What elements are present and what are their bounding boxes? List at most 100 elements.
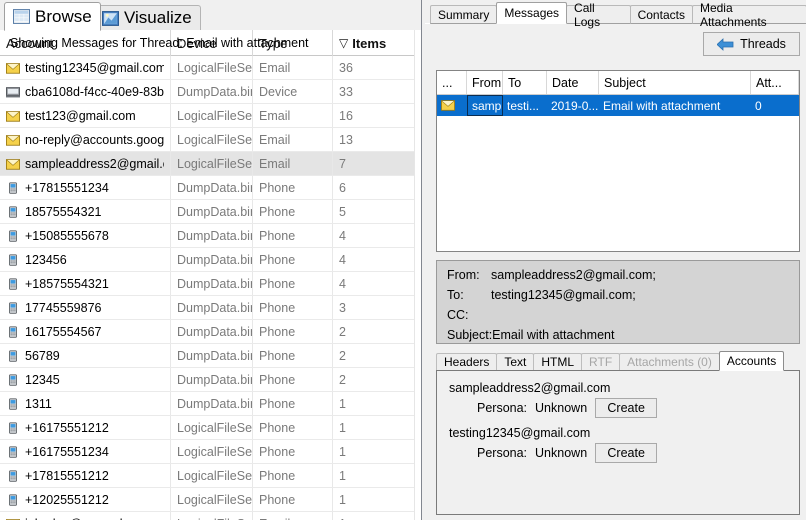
device-icon: [6, 85, 20, 99]
table-row[interactable]: 16175554567DumpData.binPhone2: [0, 320, 421, 344]
cell-device: LogicalFileSet2: [171, 440, 253, 463]
cell-account: 17745559876: [0, 296, 171, 319]
cell-device: LogicalFileSet1: [171, 104, 253, 127]
table-row[interactable]: 123456DumpData.binPhone4: [0, 248, 421, 272]
cell-device: DumpData.bin: [171, 320, 253, 343]
create-persona-button[interactable]: Create: [595, 443, 657, 463]
phone-icon: [6, 373, 20, 387]
table-row[interactable]: +12025551212LogicalFileSet2Phone1: [0, 488, 421, 512]
cell-type: Phone: [253, 224, 333, 247]
cell-type: Email: [253, 152, 333, 175]
table-row[interactable]: cba6108d-f4cc-40e9-83b9-0f3DumpData.binD…: [0, 80, 421, 104]
table-row[interactable]: +17815551234DumpData.binPhone6: [0, 176, 421, 200]
column-header-to[interactable]: To: [503, 71, 547, 94]
table-row[interactable]: test123@gmail.comLogicalFileSet1Email16: [0, 104, 421, 128]
cell-account-label: johndoe@example.org: [25, 517, 151, 520]
column-header-subject[interactable]: Subject: [599, 71, 751, 94]
content-tab-attachments-0: Attachments (0): [619, 353, 720, 371]
phone-icon: [6, 181, 20, 195]
table-row[interactable]: 17745559876DumpData.binPhone3: [0, 296, 421, 320]
phone-icon: [6, 229, 20, 243]
header-from: From: sampleaddress2@gmail.com;: [447, 268, 789, 282]
header-from-value: sampleaddress2@gmail.com;: [491, 268, 656, 282]
email-envelope-icon: [441, 100, 455, 111]
cell-account-label: 1311: [25, 397, 52, 411]
phone-icon: [6, 493, 20, 507]
table-row[interactable]: +17815551212LogicalFileSet2Phone1: [0, 464, 421, 488]
table-row[interactable]: 18575554321DumpData.binPhone5: [0, 200, 421, 224]
cell-type: Phone: [253, 464, 333, 487]
table-row[interactable]: 1311DumpData.binPhone1: [0, 392, 421, 416]
column-header-items[interactable]: ▽ Items: [333, 30, 414, 56]
email-envelope-icon: [6, 61, 20, 75]
cell-items: 4: [333, 248, 414, 271]
header-to-label: To:: [447, 288, 491, 302]
cell-account-label: 12345: [25, 373, 60, 387]
content-tab-accounts[interactable]: Accounts: [719, 351, 784, 371]
tab-visualize[interactable]: Visualize: [93, 5, 201, 31]
header-subject-label: Subject:: [447, 328, 492, 342]
cell-device: DumpData.bin: [171, 224, 253, 247]
create-persona-button[interactable]: Create: [595, 398, 657, 418]
detail-tab-call-logs[interactable]: Call Logs: [566, 5, 631, 24]
cell-account: testing12345@gmail.com: [0, 56, 171, 79]
table-row[interactable]: no-reply@accounts.google.coLogicalFileSe…: [0, 128, 421, 152]
cell-items: 16: [333, 104, 414, 127]
cell-account: 123456: [0, 248, 171, 271]
cell-account-label: 18575554321: [25, 205, 101, 219]
phone-icon: [6, 325, 20, 339]
cell-type: Phone: [253, 416, 333, 439]
persona-label: Persona:: [477, 446, 527, 460]
cell-device: LogicalFileSet1: [171, 128, 253, 151]
threads-button[interactable]: Threads: [703, 32, 800, 56]
detail-tab-contacts[interactable]: Contacts: [630, 5, 693, 24]
table-row[interactable]: +16175551212LogicalFileSet2Phone1: [0, 416, 421, 440]
header-from-label: From:: [447, 268, 491, 282]
cell-items: 1: [333, 464, 414, 487]
content-tab-text[interactable]: Text: [496, 353, 534, 371]
column-header-from[interactable]: From: [467, 71, 503, 94]
phone-icon: [6, 421, 20, 435]
table-row[interactable]: johndoe@example.orgLogicalFileSet2Email1: [0, 512, 421, 520]
phone-icon: [6, 277, 20, 291]
persona-value: Unknown: [535, 446, 587, 460]
column-header-attachments[interactable]: Att...: [751, 71, 799, 94]
cell-device: DumpData.bin: [171, 368, 253, 391]
cell-account-label: 17745559876: [25, 301, 101, 315]
cell-device: DumpData.bin: [171, 248, 253, 271]
table-row[interactable]: testing12345@gmail.comLogicalFileSet1Ema…: [0, 56, 421, 80]
account-entry: testing12345@gmail.com Persona: Unknown …: [449, 426, 787, 463]
header-subject: Subject: Email with attachment: [447, 328, 789, 342]
accounts-pane: Browse Visualize Account Device: [0, 0, 421, 520]
cell-from: sampl...: [467, 95, 503, 116]
column-header-items-label: Items: [352, 36, 386, 51]
cell-account-label: +15085555678: [25, 229, 109, 243]
cell-items: 33: [333, 80, 414, 103]
cell-to: testi...: [503, 95, 547, 116]
table-row[interactable]: sampl... testi... 2019-0... Email with a…: [437, 95, 799, 116]
cell-attachments: 0: [751, 95, 799, 116]
table-row[interactable]: 56789DumpData.binPhone2: [0, 344, 421, 368]
table-row[interactable]: sampleaddress2@gmail.comLogicalFileSet1E…: [0, 152, 421, 176]
cell-account-label: 16175554567: [25, 325, 101, 339]
table-row[interactable]: +15085555678DumpData.binPhone4: [0, 224, 421, 248]
detail-tab-messages[interactable]: Messages: [496, 2, 567, 24]
detail-tab-summary[interactable]: Summary: [430, 5, 497, 24]
column-header-icon[interactable]: ...: [437, 71, 467, 94]
table-row[interactable]: 12345DumpData.binPhone2: [0, 368, 421, 392]
header-cc-label: CC:: [447, 308, 491, 322]
cell-account: no-reply@accounts.google.co: [0, 128, 171, 151]
tab-browse-label: Browse: [35, 7, 92, 27]
detail-tab-media-attachments[interactable]: Media Attachments: [692, 5, 806, 24]
content-tab-headers[interactable]: Headers: [436, 353, 497, 371]
table-row[interactable]: +16175551234LogicalFileSet2Phone1: [0, 440, 421, 464]
column-header-date[interactable]: Date: [547, 71, 599, 94]
table-row[interactable]: +18575554321DumpData.binPhone4: [0, 272, 421, 296]
cell-account: +16175551212: [0, 416, 171, 439]
content-tab-html[interactable]: HTML: [533, 353, 582, 371]
accounts-table-body: testing12345@gmail.comLogicalFileSet1Ema…: [0, 56, 421, 520]
tab-browse[interactable]: Browse: [4, 2, 101, 31]
cell-device: DumpData.bin: [171, 176, 253, 199]
phone-icon: [6, 469, 20, 483]
cell-account-label: +17815551212: [25, 469, 109, 483]
